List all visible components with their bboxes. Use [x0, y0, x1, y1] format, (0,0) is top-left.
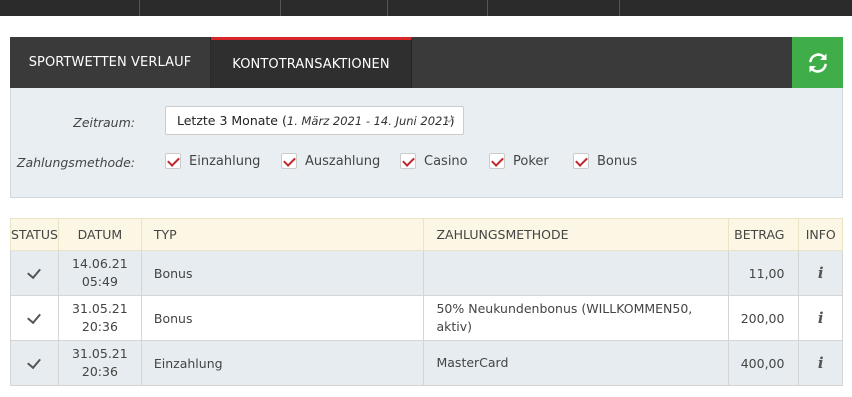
refresh-icon	[808, 52, 827, 73]
date-cell: 31.05.21 20:36	[57, 340, 142, 386]
zeitraum-select[interactable]: Letzte 3 Monate (1. März 2021 - 14. Juni…	[165, 106, 464, 135]
tab-sportwetten-verlauf[interactable]: SPORTWETTEN VERLAUF	[10, 37, 211, 88]
status-cell	[10, 340, 59, 386]
filter-panel: Zeitraum: Letzte 3 Monate (1. März 2021 …	[10, 88, 843, 198]
checkbox-einzahlung[interactable]: Einzahlung	[165, 153, 260, 169]
date-cell: 31.05.21 20:36	[57, 295, 142, 341]
top-nav-item[interactable]	[488, 0, 620, 16]
checkmark-icon	[27, 264, 42, 279]
checkmark-icon	[27, 309, 42, 324]
checkbox-auszahlung[interactable]: Auszahlung	[281, 153, 380, 169]
amount-cell: 11,00	[727, 250, 800, 296]
checkbox-label: Poker	[513, 153, 549, 169]
method-cell	[423, 250, 729, 296]
checkbox-casino[interactable]: Casino	[400, 153, 468, 169]
table-header-row: STATUS DATUM TYP ZAHLUNGSMETHODE BETRAG …	[10, 218, 843, 251]
row-time: 20:36	[81, 364, 118, 379]
info-cell[interactable]: i	[798, 295, 843, 341]
checkbox-label: Bonus	[597, 153, 638, 169]
header-zahlungsmethode: ZAHLUNGSMETHODE	[423, 218, 729, 251]
top-nav-item[interactable]	[388, 0, 488, 16]
zeitraum-range: 1. März 2021 - 14. Juni 2021	[286, 113, 450, 128]
checkmark-icon	[400, 153, 416, 169]
header-typ: TYP	[140, 218, 425, 251]
row-date: 31.05.21	[72, 346, 128, 361]
date-cell: 14.06.21 05:49	[57, 250, 142, 296]
info-cell[interactable]: i	[798, 250, 843, 296]
checkbox-label: Auszahlung	[305, 153, 381, 169]
type-cell: Bonus	[140, 295, 425, 341]
status-cell	[10, 295, 59, 341]
checkbox-bonus[interactable]: Bonus	[573, 153, 637, 169]
table-row: 31.05.21 20:36 Bonus 50% Neukundenbonus (…	[10, 295, 843, 341]
top-navigation-bar	[0, 0, 852, 16]
checkmark-icon	[573, 153, 589, 169]
method-cell: 50% Neukundenbonus (WILLKOMMEN50, aktiv)	[423, 295, 729, 341]
type-cell: Bonus	[140, 250, 425, 296]
info-cell[interactable]: i	[798, 340, 843, 386]
method-cell: MasterCard	[423, 340, 729, 386]
zeitraum-value: Letzte 3 Monate	[177, 113, 278, 128]
row-date: 14.06.21	[72, 256, 128, 271]
checkmark-icon	[281, 153, 297, 169]
checkbox-label: Einzahlung	[189, 153, 261, 169]
transactions-table: STATUS DATUM TYP ZAHLUNGSMETHODE BETRAG …	[10, 218, 843, 386]
amount-cell: 200,00	[727, 295, 800, 341]
header-status: STATUS	[10, 218, 59, 251]
tab-kontotransaktionen[interactable]: KONTOTRANSAKTIONEN	[211, 37, 412, 88]
table-row: 14.06.21 05:49 Bonus 11,00 i	[10, 250, 843, 296]
zeitraum-label: Zeitraum:	[73, 115, 135, 130]
top-nav-item[interactable]	[0, 0, 140, 16]
top-nav-item[interactable]	[140, 0, 281, 16]
checkbox-label: Casino	[424, 153, 468, 169]
status-cell	[10, 250, 59, 296]
checkmark-icon	[489, 153, 505, 169]
checkmark-icon	[27, 354, 42, 369]
checkbox-poker[interactable]: Poker	[489, 153, 549, 169]
info-icon[interactable]: i	[818, 264, 824, 282]
info-icon[interactable]: i	[818, 309, 824, 327]
zahlungsmethode-label: Zahlungsmethode:	[16, 155, 135, 170]
refresh-button[interactable]	[792, 37, 843, 88]
type-cell: Einzahlung	[140, 340, 425, 386]
row-time: 20:36	[81, 319, 118, 334]
header-info: INFO	[798, 218, 843, 251]
header-datum: DATUM	[57, 218, 142, 251]
tab-bar: SPORTWETTEN VERLAUF KONTOTRANSAKTIONEN	[10, 37, 843, 88]
header-betrag: BETRAG	[727, 218, 800, 251]
checkmark-icon	[165, 153, 181, 169]
row-date: 31.05.21	[72, 301, 128, 316]
table-row: 31.05.21 20:36 Einzahlung MasterCard 400,…	[10, 340, 843, 386]
top-nav-item[interactable]	[281, 0, 388, 16]
info-icon[interactable]: i	[818, 354, 824, 372]
row-time: 05:49	[81, 274, 118, 289]
amount-cell: 400,00	[727, 340, 800, 386]
